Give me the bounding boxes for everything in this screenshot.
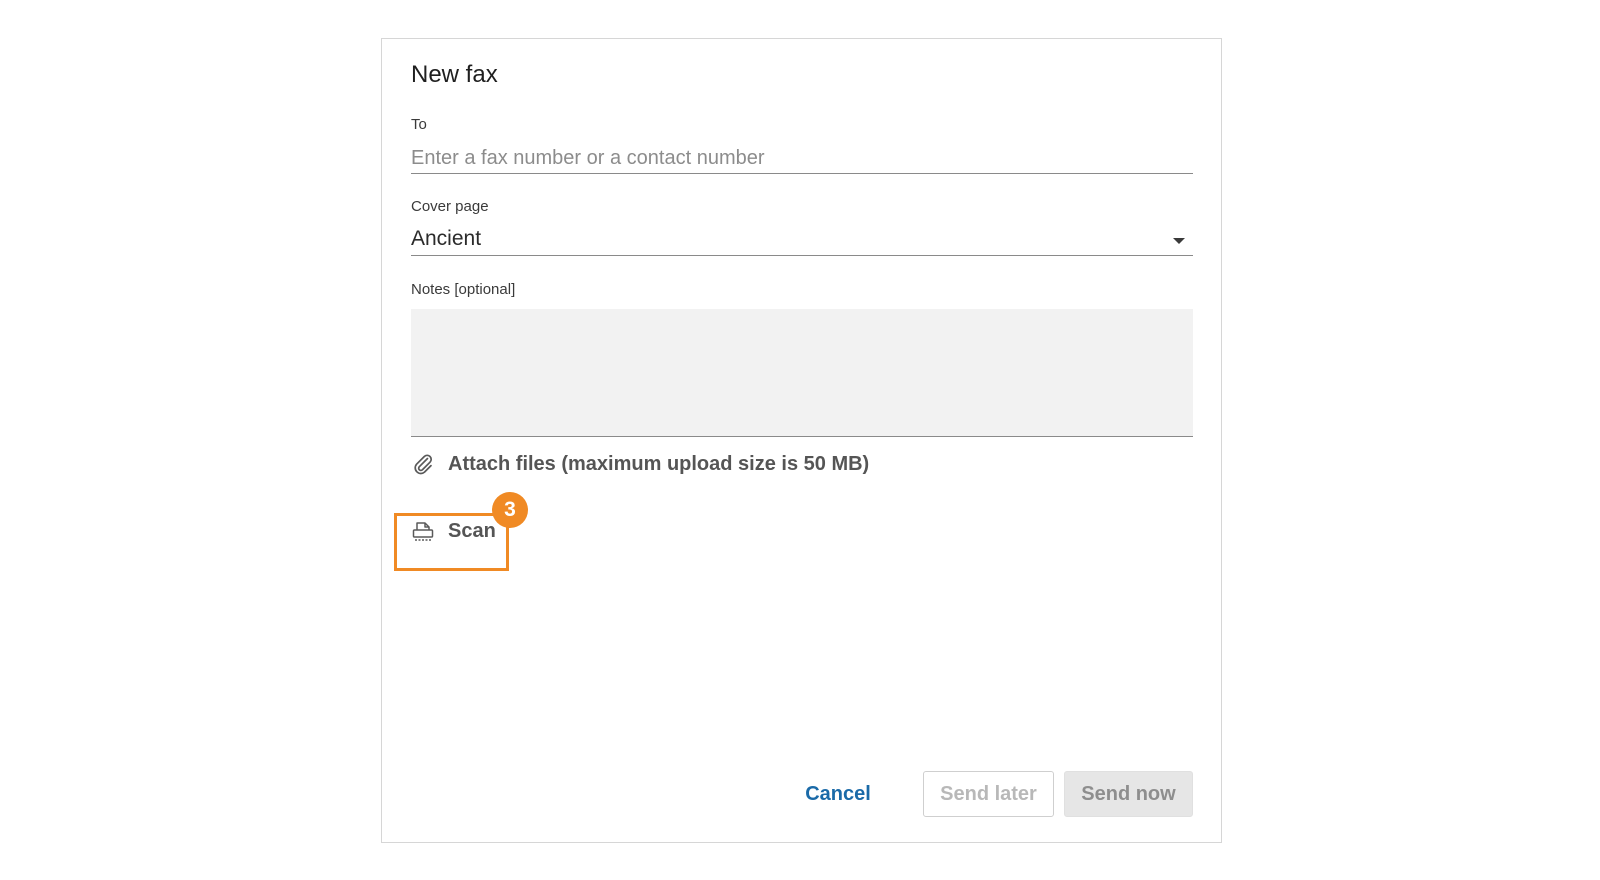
cover-page-label: Cover page	[411, 198, 489, 215]
cancel-button[interactable]: Cancel	[788, 771, 888, 817]
notes-label: Notes [optional]	[411, 281, 516, 298]
caret-down-icon	[1173, 238, 1185, 244]
new-fax-dialog: New fax To Cover page Ancient Notes [opt…	[381, 38, 1222, 843]
dialog-title: New fax	[411, 61, 498, 88]
cover-page-select[interactable]: Ancient	[411, 225, 1193, 259]
send-now-button[interactable]: Send now	[1064, 771, 1193, 817]
attach-files-button[interactable]: Attach files (maximum upload size is 50 …	[411, 452, 869, 476]
paperclip-icon	[411, 452, 435, 476]
to-label: To	[411, 116, 427, 133]
attach-files-label: Attach files (maximum upload size is 50 …	[448, 452, 870, 475]
to-input[interactable]	[411, 143, 1193, 173]
cover-page-value: Ancient	[411, 227, 482, 250]
send-later-button[interactable]: Send later	[923, 771, 1054, 817]
cover-page-underline	[411, 255, 1193, 256]
scan-highlight-box	[394, 513, 509, 571]
notes-textarea[interactable]	[411, 309, 1193, 437]
to-underline	[411, 173, 1193, 174]
step-badge: 3	[492, 492, 528, 528]
